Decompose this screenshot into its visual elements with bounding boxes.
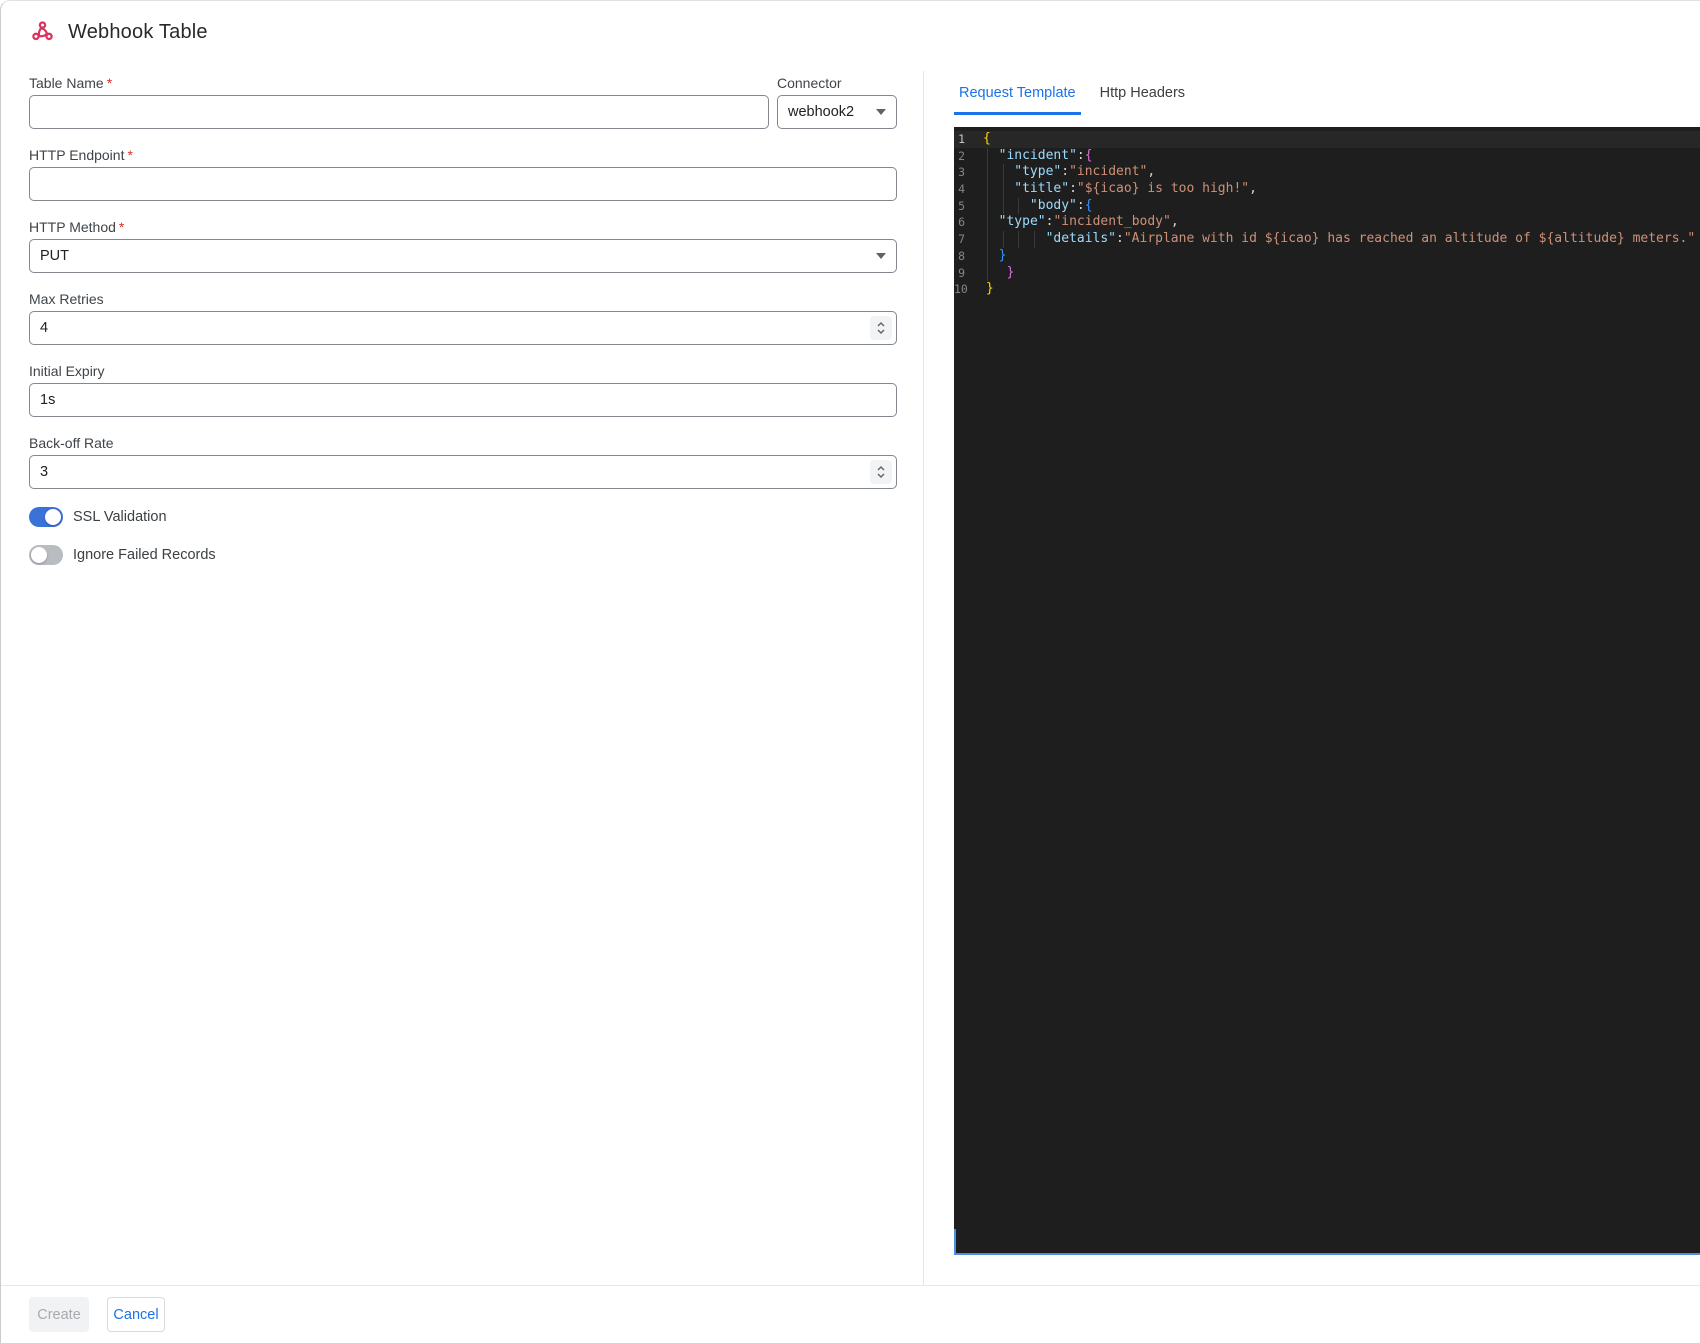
header: Webhook Table	[29, 19, 208, 46]
code-line: 9 }	[958, 264, 1015, 282]
ssl-validation-toggle[interactable]	[29, 507, 63, 527]
backoff-rate-label: Back-off Rate	[29, 435, 114, 451]
number-stepper-icon[interactable]	[870, 316, 892, 340]
ssl-validation-label: SSL Validation	[73, 509, 167, 525]
backoff-rate-input[interactable]	[29, 455, 897, 489]
connector-select[interactable]: webhook2	[777, 95, 897, 129]
code-line: 3 "type":"incident",	[958, 164, 1156, 182]
connector-value: webhook2	[788, 104, 855, 120]
initial-expiry-label: Initial Expiry	[29, 363, 105, 379]
number-stepper-icon[interactable]	[870, 460, 892, 484]
tab-http-headers[interactable]: Http Headers	[1095, 79, 1190, 115]
webhook-icon	[29, 19, 56, 46]
table-name-input[interactable]	[29, 95, 769, 129]
code-line: 5 "body":{	[958, 197, 1093, 215]
vertical-divider	[923, 71, 924, 1285]
required-asterisk: *	[106, 75, 113, 91]
code-line: 2 "incident":{	[958, 147, 1093, 165]
code-line: 10}	[954, 281, 994, 297]
template-tabs: Request Template Http Headers	[954, 79, 1204, 115]
webhook-table-panel: Webhook Table Table Name * Connector webh…	[0, 0, 1700, 1343]
create-button[interactable]: Create	[29, 1297, 89, 1332]
code-lines: 1{2 "incident":{3 "type":"incident", 4 "titl…	[954, 131, 1700, 298]
http-method-label: HTTP Method *	[29, 219, 125, 235]
code-line: 8}	[958, 247, 1007, 265]
toggle-knob	[45, 509, 61, 525]
code-line: 4 "title":"${icao} is too high!",	[958, 181, 1257, 198]
ignore-failed-records-label: Ignore Failed Records	[73, 547, 216, 563]
code-line: 1{	[954, 131, 1700, 148]
required-asterisk: *	[118, 219, 125, 235]
table-name-label: Table Name *	[29, 75, 113, 91]
footer-divider	[1, 1285, 1700, 1286]
required-asterisk: *	[127, 147, 133, 163]
connector-label: Connector	[777, 75, 842, 91]
http-endpoint-input[interactable]	[29, 167, 897, 201]
http-endpoint-label: HTTP Endpoint *	[29, 147, 133, 163]
chevron-down-icon	[876, 109, 886, 115]
initial-expiry-input[interactable]	[29, 383, 897, 417]
chevron-down-icon	[876, 253, 886, 259]
code-line: 6 "type":"incident_body",	[958, 214, 1179, 232]
http-method-select[interactable]: PUT	[29, 239, 897, 273]
ignore-failed-records-row: Ignore Failed Records	[29, 545, 216, 565]
ignore-failed-records-toggle[interactable]	[29, 545, 63, 565]
max-retries-input[interactable]	[29, 311, 897, 345]
ssl-validation-row: SSL Validation	[29, 507, 167, 527]
toggle-knob	[31, 547, 47, 563]
max-retries-label: Max Retries	[29, 291, 104, 307]
http-method-value: PUT	[40, 248, 69, 264]
cancel-button[interactable]: Cancel	[107, 1297, 165, 1332]
page-title: Webhook Table	[68, 21, 208, 43]
tab-request-template[interactable]: Request Template	[954, 79, 1081, 115]
request-template-editor[interactable]: 1{2 "incident":{3 "type":"incident", 4 "titl…	[954, 127, 1700, 1255]
code-line: 7 "details":"Airplane with id ${icao} has…	[958, 231, 1696, 248]
